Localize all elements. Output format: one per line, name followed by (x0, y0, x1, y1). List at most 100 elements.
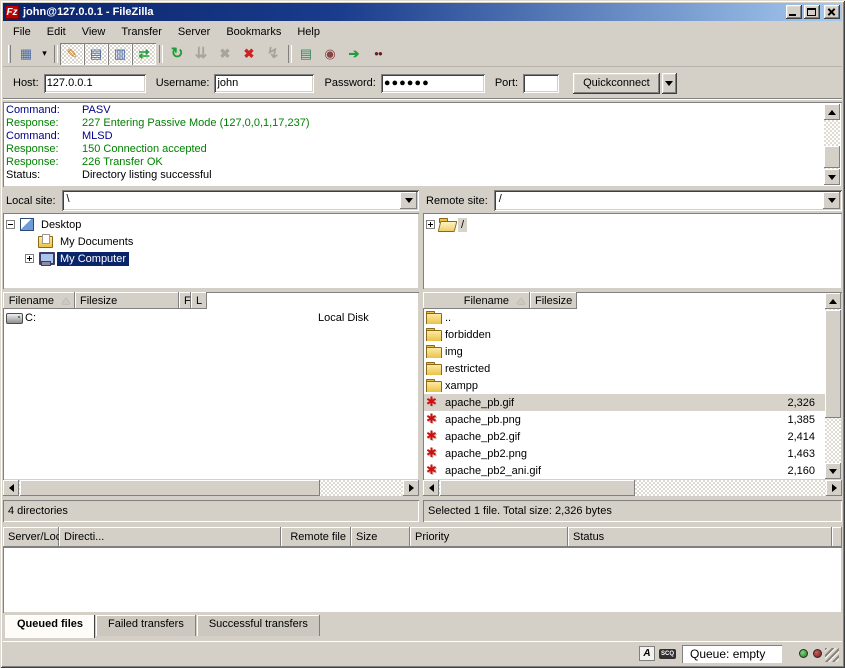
tree-expander[interactable] (25, 254, 34, 263)
reconnect-button[interactable]: ↯ (261, 43, 285, 65)
quickconnect-dropdown[interactable] (662, 73, 677, 94)
password-input[interactable] (381, 74, 485, 93)
tree-expander[interactable] (426, 220, 435, 229)
scrollbar-thumb[interactable] (440, 480, 635, 496)
tab[interactable]: Successful transfers (197, 615, 320, 636)
scroll-left-button[interactable] (423, 480, 439, 496)
synchronized-browsing-button[interactable]: ➔ (342, 43, 366, 65)
column-header[interactable]: L (191, 292, 207, 309)
menu-item[interactable]: Edit (39, 24, 74, 40)
queue-column-header[interactable]: Directi... (59, 527, 281, 547)
tree-item-label[interactable]: / (458, 218, 467, 232)
remote-vertical-scrollbar[interactable] (825, 293, 841, 479)
toggle-message-log-button[interactable]: ✎ (60, 43, 84, 65)
remote-site-dropdown[interactable] (823, 192, 840, 209)
column-header[interactable]: Filetype (179, 292, 191, 309)
find-files-button[interactable]: ●● (366, 43, 390, 65)
scroll-up-button[interactable] (824, 104, 840, 120)
toggle-remote-tree-button[interactable]: ▥ (108, 43, 132, 65)
close-button[interactable] (824, 5, 840, 19)
file-row[interactable]: restricted (424, 360, 825, 377)
queue-column-header[interactable]: Remote file (281, 527, 351, 547)
log-line-text: 226 Transfer OK (82, 156, 163, 168)
cancel-operation-button[interactable]: ✖ (213, 43, 237, 65)
process-queue-button[interactable]: ⇊ (189, 43, 213, 65)
maximize-button[interactable] (804, 5, 820, 19)
file-row[interactable]: img (424, 343, 825, 360)
queue-column-header[interactable]: Size (351, 527, 410, 547)
file-row[interactable]: apache_pb.gif 2,326 (424, 394, 825, 411)
tree-item-label[interactable]: Desktop (38, 218, 84, 232)
scroll-up-button[interactable] (825, 293, 841, 309)
queue-column-header[interactable]: Status (568, 527, 832, 547)
scroll-left-button[interactable] (3, 480, 19, 496)
local-list-header: FilenameFilesizeFiletypeL (3, 292, 419, 309)
queue-column-header[interactable]: Priority (410, 527, 568, 547)
menu-item[interactable]: Transfer (113, 24, 170, 40)
file-row[interactable]: apache_pb2.png 1,463 (424, 445, 825, 462)
tree-item-label[interactable]: My Documents (57, 235, 136, 249)
menu-item[interactable]: Bookmarks (218, 24, 289, 40)
file-row[interactable]: apache_pb2.gif 2,414 (424, 428, 825, 445)
log-scrollbar[interactable] (824, 104, 840, 185)
local-site-dropdown[interactable] (400, 192, 417, 209)
menu-item[interactable]: Server (170, 24, 218, 40)
directory-comparison-button[interactable]: ◉ (318, 43, 342, 65)
tab[interactable]: Queued files (5, 615, 95, 638)
local-horizontal-scrollbar[interactable] (3, 480, 419, 496)
queue-column-header[interactable]: Server/Local file (3, 527, 59, 547)
tree-item[interactable]: / (426, 216, 842, 233)
site-manager-dropdown[interactable]: ▾ (38, 43, 51, 65)
file-row[interactable]: .. (424, 309, 825, 326)
scroll-down-button[interactable] (824, 169, 840, 185)
menu-item[interactable]: Help (289, 24, 328, 40)
column-header[interactable]: Filename (3, 292, 75, 309)
file-row[interactable]: forbidden (424, 326, 825, 343)
toggle-queue-button[interactable]: ⇄ (132, 43, 156, 65)
remote-horizontal-scrollbar[interactable] (423, 480, 842, 496)
log-line-text: Directory listing successful (82, 169, 212, 181)
file-row[interactable]: apache_pb.png 1,385 (424, 411, 825, 428)
tree-item-label[interactable]: My Computer (57, 252, 129, 266)
scroll-right-button[interactable] (403, 480, 419, 496)
scroll-down-button[interactable] (825, 463, 841, 479)
scroll-right-button[interactable] (826, 480, 842, 496)
minimize-button[interactable] (786, 5, 802, 19)
arrow-down-icon (828, 175, 836, 180)
log-line-label: Command: (6, 130, 82, 143)
menu-item[interactable]: File (5, 24, 39, 40)
file-row[interactable]: apache_pb2_ani.gif 2,160 (424, 462, 825, 479)
disconnect-button[interactable]: ✖ (237, 43, 261, 65)
tree-item[interactable]: My Documents (6, 233, 419, 250)
resize-grip[interactable] (825, 648, 839, 662)
menu-item[interactable]: View (74, 24, 114, 40)
queue-column-header[interactable] (832, 527, 842, 547)
queue-column-label: Size (356, 531, 377, 543)
column-header[interactable]: Filesize (530, 292, 577, 309)
refresh-button[interactable]: ↻ (165, 43, 189, 65)
scrollbar-thumb[interactable] (20, 480, 320, 496)
scrollbar-thumb[interactable] (824, 146, 840, 168)
toolbar-gripper[interactable] (8, 45, 11, 63)
quickconnect-button[interactable]: Quickconnect (573, 73, 660, 94)
column-header[interactable]: Filename (423, 292, 530, 309)
tree-item[interactable]: Desktop (6, 216, 419, 233)
tree-expander[interactable] (6, 220, 15, 229)
tree-item[interactable]: My Computer (6, 250, 419, 267)
arrow-up-icon (828, 110, 836, 115)
host-input[interactable] (44, 74, 146, 93)
username-input[interactable] (214, 74, 314, 93)
local-site-combo[interactable]: \ (62, 190, 419, 211)
port-input[interactable] (523, 74, 559, 93)
file-row[interactable]: C: Local Disk (4, 309, 418, 326)
toggle-local-tree-button[interactable]: ▤ (84, 43, 108, 65)
sort-ascending-icon (517, 298, 525, 304)
remote-pane: Remote site: / / FilenameFilesize (423, 190, 842, 522)
remote-site-combo[interactable]: / (494, 190, 842, 211)
file-row[interactable]: xampp (424, 377, 825, 394)
column-header[interactable]: Filesize (75, 292, 179, 309)
tab[interactable]: Failed transfers (96, 615, 196, 636)
scrollbar-thumb[interactable] (825, 310, 841, 418)
filter-button[interactable]: ▤ (294, 43, 318, 65)
site-manager-button[interactable]: ▦ (14, 43, 38, 65)
